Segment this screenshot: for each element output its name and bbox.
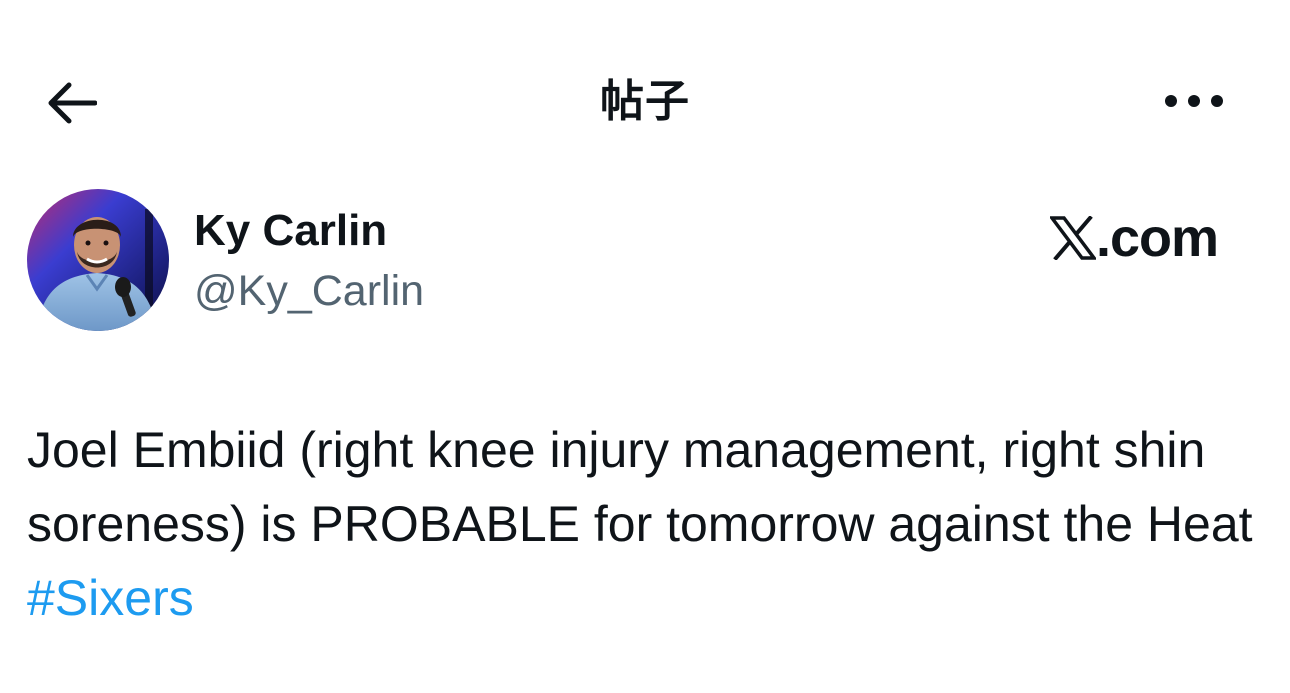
- tweet-text: Joel Embiid (right knee injury managemen…: [27, 413, 1267, 635]
- avatar[interactable]: [27, 189, 169, 331]
- tweet-text-body: Joel Embiid (right knee injury managemen…: [27, 422, 1253, 552]
- page-title: 帖子: [600, 76, 690, 127]
- watermark-text: .com: [1096, 208, 1219, 268]
- avatar-image: [27, 189, 169, 331]
- top-bar: 帖子: [0, 0, 1290, 200]
- watermark: .com: [1050, 206, 1219, 270]
- author-name[interactable]: Ky Carlin: [194, 202, 387, 260]
- author-handle[interactable]: @Ky_Carlin: [194, 262, 424, 320]
- x-logo-icon: [1050, 216, 1096, 260]
- hashtag-link[interactable]: #Sixers: [27, 570, 194, 626]
- more-options-button[interactable]: [1156, 76, 1232, 126]
- more-horizontal-icon: [1165, 95, 1223, 107]
